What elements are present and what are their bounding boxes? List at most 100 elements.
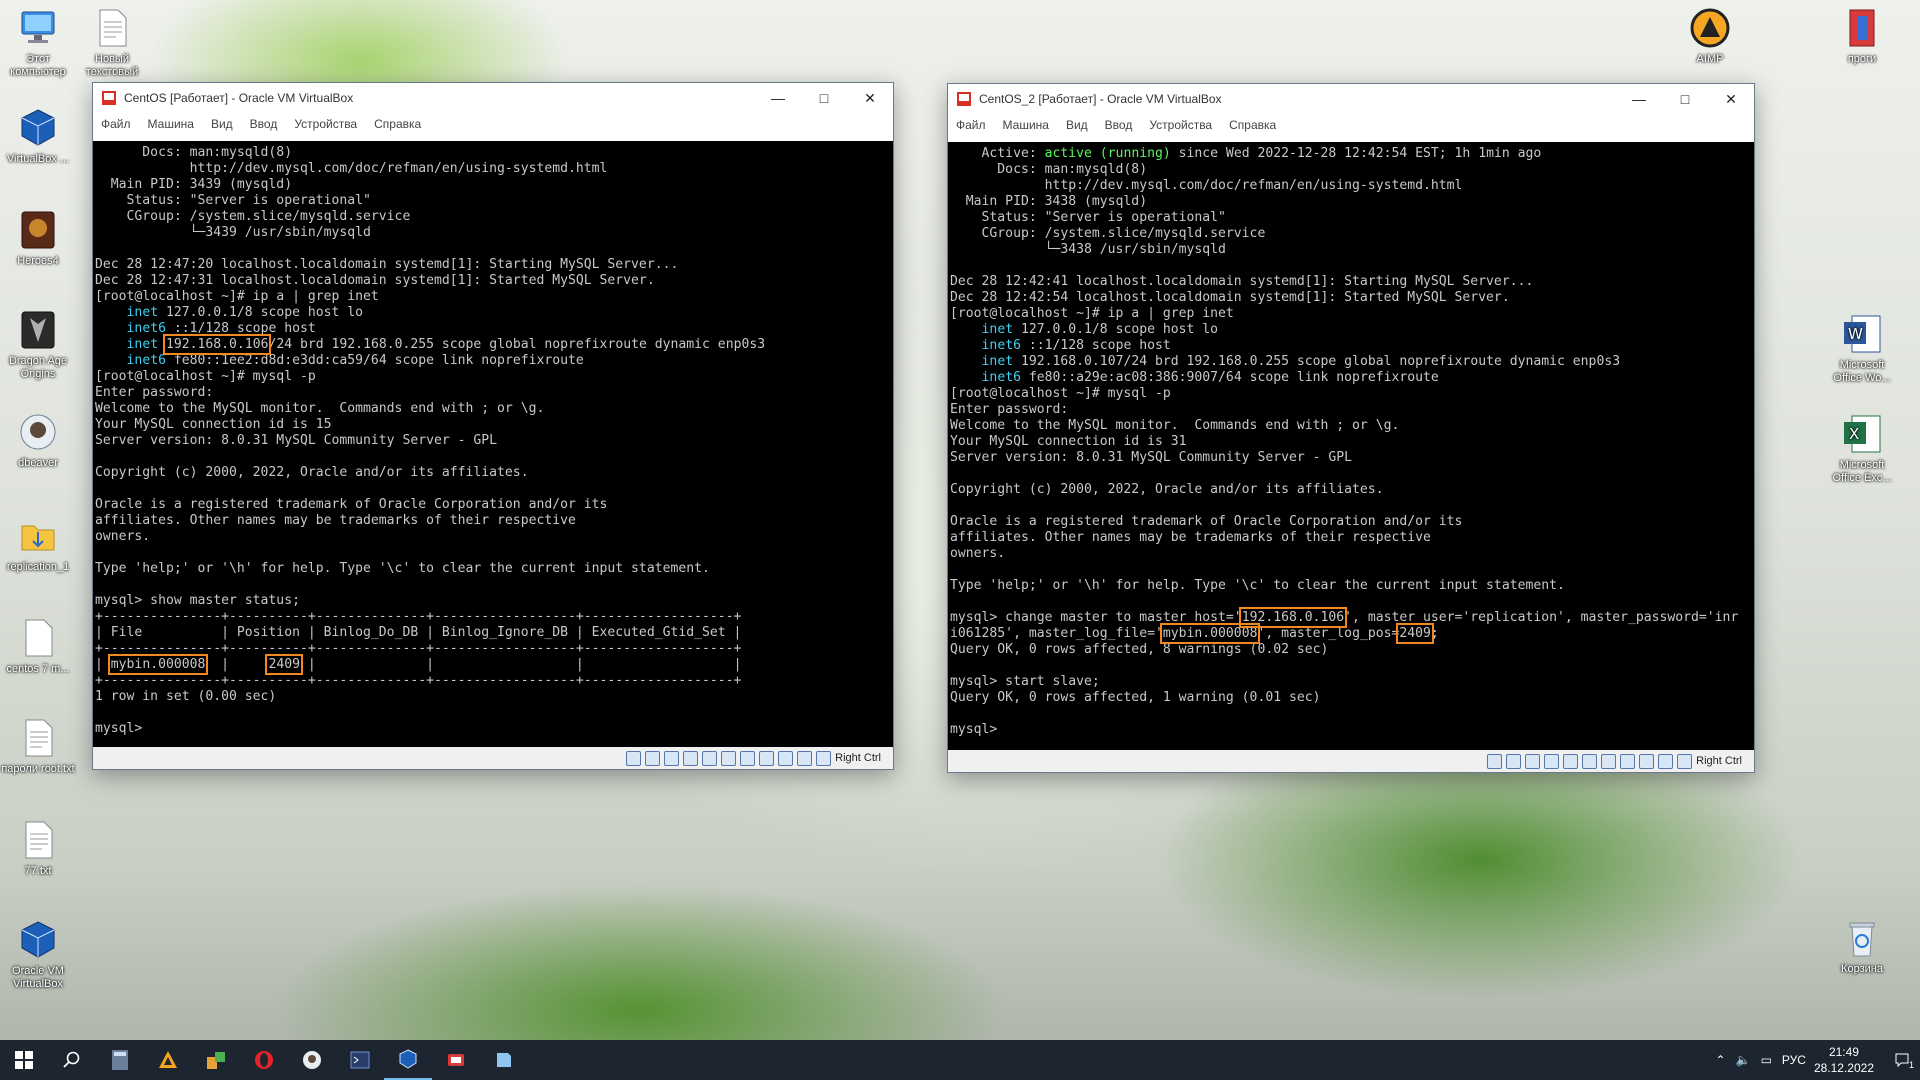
menu-devices[interactable]: Устройства bbox=[1149, 118, 1212, 132]
text-file-icon bbox=[25, 719, 53, 757]
window-titlebar[interactable]: CentOS_2 [Работает] - Oracle VM VirtualB… bbox=[948, 84, 1754, 114]
highlight-binlog-pos: 2409 bbox=[265, 654, 303, 675]
terminal-icon bbox=[350, 1051, 370, 1069]
menu-file[interactable]: Файл bbox=[956, 118, 986, 132]
status-bar: Right Ctrl bbox=[93, 747, 893, 769]
menu-devices[interactable]: Устройства bbox=[294, 117, 357, 131]
taskbar-calculator[interactable] bbox=[96, 1040, 144, 1080]
network-icon[interactable]: ▭ bbox=[1761, 1053, 1772, 1067]
desktop-icon-heroes4[interactable]: Heroes4 bbox=[0, 208, 76, 268]
folder-icon bbox=[21, 525, 55, 551]
close-button[interactable]: ✕ bbox=[1708, 84, 1754, 114]
menu-bar: Файл Машина Вид Ввод Устройства Справка bbox=[948, 114, 1754, 136]
optical-drive-icon bbox=[645, 750, 661, 766]
clock[interactable]: 21:49 28.12.2022 bbox=[1814, 1044, 1874, 1076]
highlight-master-log-pos: 2409 bbox=[1396, 623, 1434, 644]
desktop-icon-dbeaver[interactable]: dbeaver bbox=[0, 410, 76, 470]
menu-help[interactable]: Справка bbox=[374, 117, 421, 131]
desktop-icon-replication[interactable]: replication_1 bbox=[0, 514, 76, 574]
virtualbox-window-centos[interactable]: CentOS [Работает] - Oracle VM VirtualBox… bbox=[92, 82, 894, 770]
word-icon: W bbox=[1844, 315, 1881, 353]
volume-icon[interactable]: 🔈 bbox=[1736, 1053, 1751, 1067]
desktop-icon-aimp[interactable]: AIMP bbox=[1672, 6, 1748, 66]
opera-icon bbox=[255, 1051, 273, 1069]
desktop-icon-new-text[interactable]: Новый текстовый bbox=[74, 6, 150, 79]
display-icon bbox=[740, 750, 756, 766]
desktop-icon-label: 77.txt bbox=[24, 865, 52, 877]
chevron-up-icon[interactable]: ⌃ bbox=[1716, 1053, 1726, 1067]
taskbar-app[interactable] bbox=[192, 1040, 240, 1080]
menu-bar: Файл Машина Вид Ввод Устройства Справка bbox=[93, 113, 893, 135]
desktop-icon-progi[interactable]: проги bbox=[1824, 6, 1900, 66]
desktop-icon-label: Heroes4 bbox=[17, 255, 59, 267]
taskbar-virtualbox[interactable] bbox=[384, 1040, 432, 1080]
mouse-integration-icon bbox=[797, 750, 813, 766]
notification-icon bbox=[1895, 1053, 1909, 1068]
desktop-icon-label: Новый текстовый bbox=[85, 53, 139, 78]
taskbar-files[interactable] bbox=[432, 1040, 480, 1080]
start-icon bbox=[15, 1051, 33, 1069]
menu-file[interactable]: Файл bbox=[101, 117, 131, 131]
search-button[interactable] bbox=[48, 1040, 96, 1080]
desktop-icon-recycle-bin[interactable]: Корзина bbox=[1824, 916, 1900, 976]
window-titlebar[interactable]: CentOS [Работает] - Oracle VM VirtualBox… bbox=[93, 83, 893, 113]
menu-help[interactable]: Справка bbox=[1229, 118, 1276, 132]
game-icon bbox=[21, 211, 55, 249]
taskbar-opera[interactable] bbox=[240, 1040, 288, 1080]
clock-date: 28.12.2022 bbox=[1813, 1061, 1874, 1075]
desktop-icon-label: replication_1 bbox=[6, 561, 70, 573]
desktop-icon-label: Oracle VM VirtualBox bbox=[12, 965, 64, 990]
virtualbox-icon bbox=[21, 109, 55, 146]
menu-view[interactable]: Вид bbox=[211, 117, 233, 131]
maximize-button[interactable]: □ bbox=[801, 83, 847, 113]
network-icon bbox=[1544, 753, 1560, 769]
desktop-icon-word[interactable]: W Microsoft Office Wo... bbox=[1824, 312, 1900, 385]
highlight-master-log-file: mybin.000008 bbox=[1159, 623, 1261, 644]
desktop-icon-this-pc[interactable]: Этот компьютер bbox=[0, 6, 76, 79]
host-key-icon bbox=[1677, 753, 1693, 769]
aimp-icon bbox=[1690, 8, 1730, 48]
window-title: CentOS_2 [Работает] - Oracle VM VirtualB… bbox=[979, 92, 1222, 106]
hdd-icon bbox=[1487, 753, 1503, 769]
desktop-icon-dragon-age[interactable]: Dragon Age Origins bbox=[0, 308, 76, 381]
menu-view[interactable]: Вид bbox=[1066, 118, 1088, 132]
desktop-icon-excel[interactable]: X Microsoft Office Exc... bbox=[1824, 412, 1900, 485]
virtualbox-window-centos2[interactable]: CentOS_2 [Работает] - Oracle VM VirtualB… bbox=[947, 83, 1755, 773]
desktop-icon-label: Этот компьютер bbox=[10, 53, 66, 78]
taskbar-terminal[interactable] bbox=[336, 1040, 384, 1080]
desktop-icon-virtualbox[interactable]: VirtualBox ... bbox=[0, 106, 76, 166]
console-output: Docs: man:mysqld(8) http://dev.mysql.com… bbox=[95, 145, 766, 736]
taskbar-dbeaver[interactable] bbox=[288, 1040, 336, 1080]
menu-machine[interactable]: Машина bbox=[148, 117, 194, 131]
start-button[interactable] bbox=[0, 1040, 48, 1080]
virtualbox-icon bbox=[21, 921, 55, 958]
highlight-ip: 192.168.0.106 bbox=[162, 334, 272, 355]
close-button[interactable]: ✕ bbox=[847, 83, 893, 113]
desktop-icon-passwords[interactable]: пароли root.txt bbox=[0, 716, 76, 776]
folder-icon bbox=[1849, 9, 1875, 47]
taskbar-notes[interactable] bbox=[480, 1040, 528, 1080]
desktop-icon-77txt[interactable]: 77.txt bbox=[0, 818, 76, 878]
desktop-icon-label: centos 7 m... bbox=[6, 663, 70, 675]
minimize-button[interactable]: — bbox=[755, 83, 801, 113]
notifications-button[interactable]: 1 bbox=[1884, 1052, 1920, 1070]
desktop-icon-label: Microsoft Office Exc... bbox=[1832, 459, 1892, 484]
host-key-label: Right Ctrl bbox=[835, 752, 881, 764]
files-icon bbox=[448, 1054, 464, 1066]
desktop-icon-centos-notes[interactable]: centos 7 m... bbox=[0, 616, 76, 676]
maximize-button[interactable]: □ bbox=[1662, 84, 1708, 114]
vm-console[interactable]: Docs: man:mysqld(8) http://dev.mysql.com… bbox=[93, 141, 893, 747]
text-file-icon bbox=[25, 619, 53, 657]
cpu-icon bbox=[1639, 753, 1655, 769]
desktop-icon-oracle-vm[interactable]: Oracle VM VirtualBox bbox=[0, 918, 76, 991]
language-indicator[interactable]: РУС bbox=[1782, 1053, 1806, 1067]
menu-input[interactable]: Ввод bbox=[1105, 118, 1133, 132]
minimize-button[interactable]: — bbox=[1616, 84, 1662, 114]
audio-icon bbox=[664, 750, 680, 766]
taskbar-aimp[interactable] bbox=[144, 1040, 192, 1080]
system-tray: ⌃ 🔈 ▭ РУС 21:49 28.12.2022 1 bbox=[1716, 1040, 1920, 1080]
menu-machine[interactable]: Машина bbox=[1003, 118, 1049, 132]
menu-input[interactable]: Ввод bbox=[250, 117, 278, 131]
recording-icon bbox=[1620, 753, 1636, 769]
vm-console[interactable]: Active: active (running) since Wed 2022-… bbox=[948, 142, 1754, 750]
